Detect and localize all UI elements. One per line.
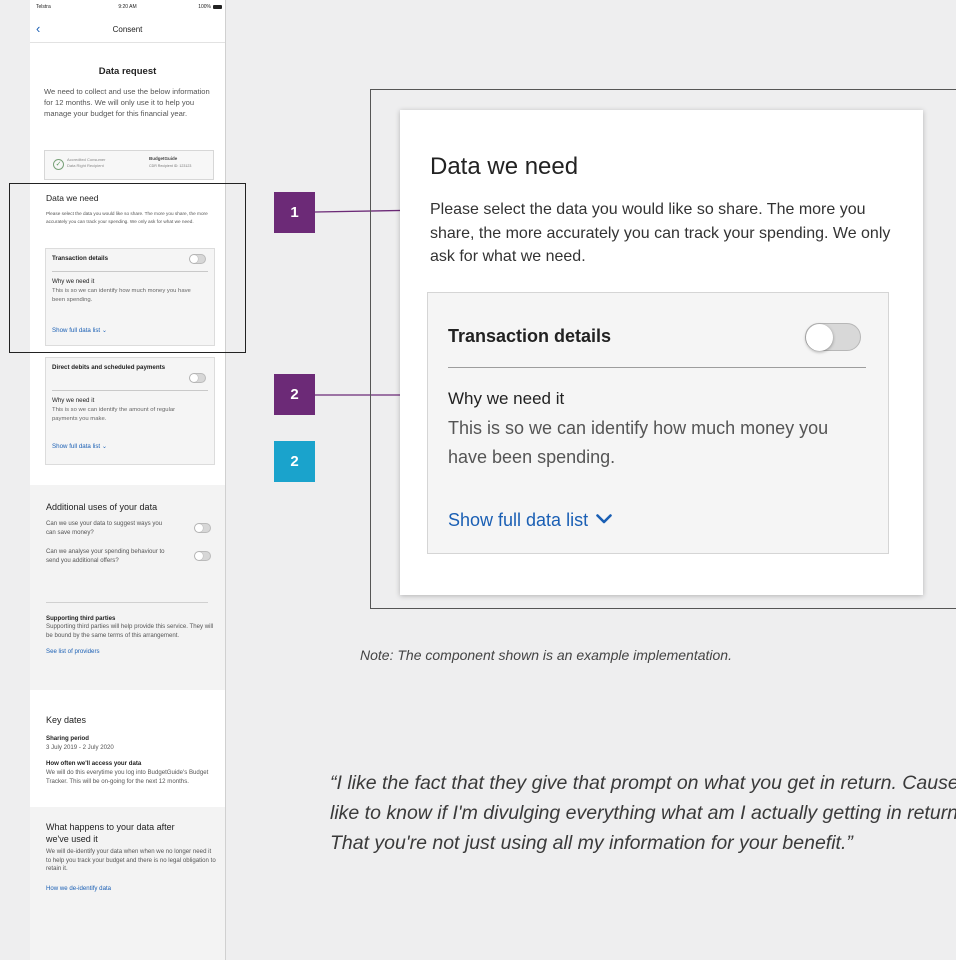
transaction-details-panel: Transaction details Why we need it This … <box>427 292 889 554</box>
suggest-savings-toggle[interactable] <box>194 523 211 533</box>
analyse-spending-question: Can we analyse your spending behaviour t… <box>46 548 165 564</box>
status-bar: Telstra 9:20 AM 100% <box>30 4 225 14</box>
show-full-data-list-text: Show full data list <box>448 510 589 530</box>
battery-label: 100% <box>198 4 211 10</box>
check-circle-icon: ✓ <box>53 159 64 170</box>
sharing-period-label: Sharing period <box>46 735 89 742</box>
card-divider <box>52 390 208 391</box>
component-body: Please select the data you would like so… <box>430 201 891 265</box>
callout-badge-1: 1 <box>274 192 315 233</box>
direct-debits-card: Direct debits and scheduled payments Why… <box>45 357 215 465</box>
see-providers-link[interactable]: See list of providers <box>46 648 100 655</box>
access-frequency-label: How often we'll access your data <box>46 760 142 767</box>
direct-debits-toggle[interactable] <box>189 373 206 383</box>
third-parties-title: Supporting third parties <box>46 615 116 622</box>
suggest-savings-question: Can we use your data to suggest ways you… <box>46 520 163 536</box>
data-request-body: We need to collect and use the below inf… <box>44 87 210 118</box>
additional-uses-section: Additional uses of your data Can we use … <box>30 485 225 690</box>
third-parties-body: Supporting third parties will help provi… <box>46 623 214 639</box>
why-we-need-it-label: Why we need it <box>52 397 95 404</box>
participant-quote: “I like the fact that they give that pro… <box>330 772 956 854</box>
chevron-down-icon: ⌄ <box>101 443 108 450</box>
implementation-note: Note: The component shown is an example … <box>360 647 732 663</box>
why-we-need-it-body: This is so we can identify the amount of… <box>52 407 176 422</box>
section-divider <box>46 602 208 603</box>
clock-label: 9:20 AM <box>118 4 137 10</box>
why-we-need-it-heading: Why we need it <box>448 389 565 408</box>
transaction-details-switch[interactable] <box>805 323 861 351</box>
transaction-details-heading: Transaction details <box>448 326 612 346</box>
callout-badge-2-teal: 2 <box>274 441 315 482</box>
accreditation-brand: BudgetGuide <box>149 156 178 161</box>
after-use-title: What happens to your data after we've us… <box>46 822 175 844</box>
nav-title: Consent <box>112 25 143 34</box>
analyse-spending-toggle[interactable] <box>194 551 211 561</box>
data-request-title: Data request <box>98 66 157 77</box>
battery-icon <box>213 5 222 9</box>
highlight-frame <box>9 183 246 353</box>
nav-bar: ‹ Consent <box>30 18 225 43</box>
chevron-down-icon <box>596 514 612 524</box>
accreditation-id: CDR Recipient ID: 123123 <box>149 164 192 168</box>
callout-badge-2: 2 <box>274 374 315 415</box>
phone-mockup: Telstra 9:20 AM 100% ‹ Consent Data requ… <box>30 0 226 960</box>
show-full-data-list-button[interactable]: Show full data list <box>448 510 612 531</box>
show-full-data-list-link[interactable]: Show full data list ⌄ <box>52 443 107 450</box>
component-title: Data we need <box>430 153 579 180</box>
why-we-need-it-text: This is so we can identify how much mone… <box>448 418 829 467</box>
additional-uses-title: Additional uses of your data <box>46 502 158 512</box>
accreditation-label: Accredited Consumer Data Right Recipient <box>67 157 106 168</box>
access-frequency-body: We will do this everytime you log into B… <box>46 769 209 785</box>
direct-debits-title: Direct debits and scheduled payments <box>52 364 166 371</box>
key-dates-title: Key dates <box>46 715 87 725</box>
panel-divider <box>448 367 866 368</box>
after-use-section: What happens to your data after we've us… <box>30 807 225 960</box>
data-we-need-component: Data we need Please select the data you … <box>400 110 923 595</box>
sharing-period-value: 3 July 2019 - 2 July 2020 <box>46 744 114 751</box>
de-identify-link[interactable]: How we de-identify data <box>46 885 111 892</box>
show-full-data-list-label: Show full data list <box>52 443 101 450</box>
accreditation-badge: ✓ Accredited Consumer Data Right Recipie… <box>44 150 214 180</box>
after-use-body: We will de-identify your data when when … <box>46 848 216 872</box>
